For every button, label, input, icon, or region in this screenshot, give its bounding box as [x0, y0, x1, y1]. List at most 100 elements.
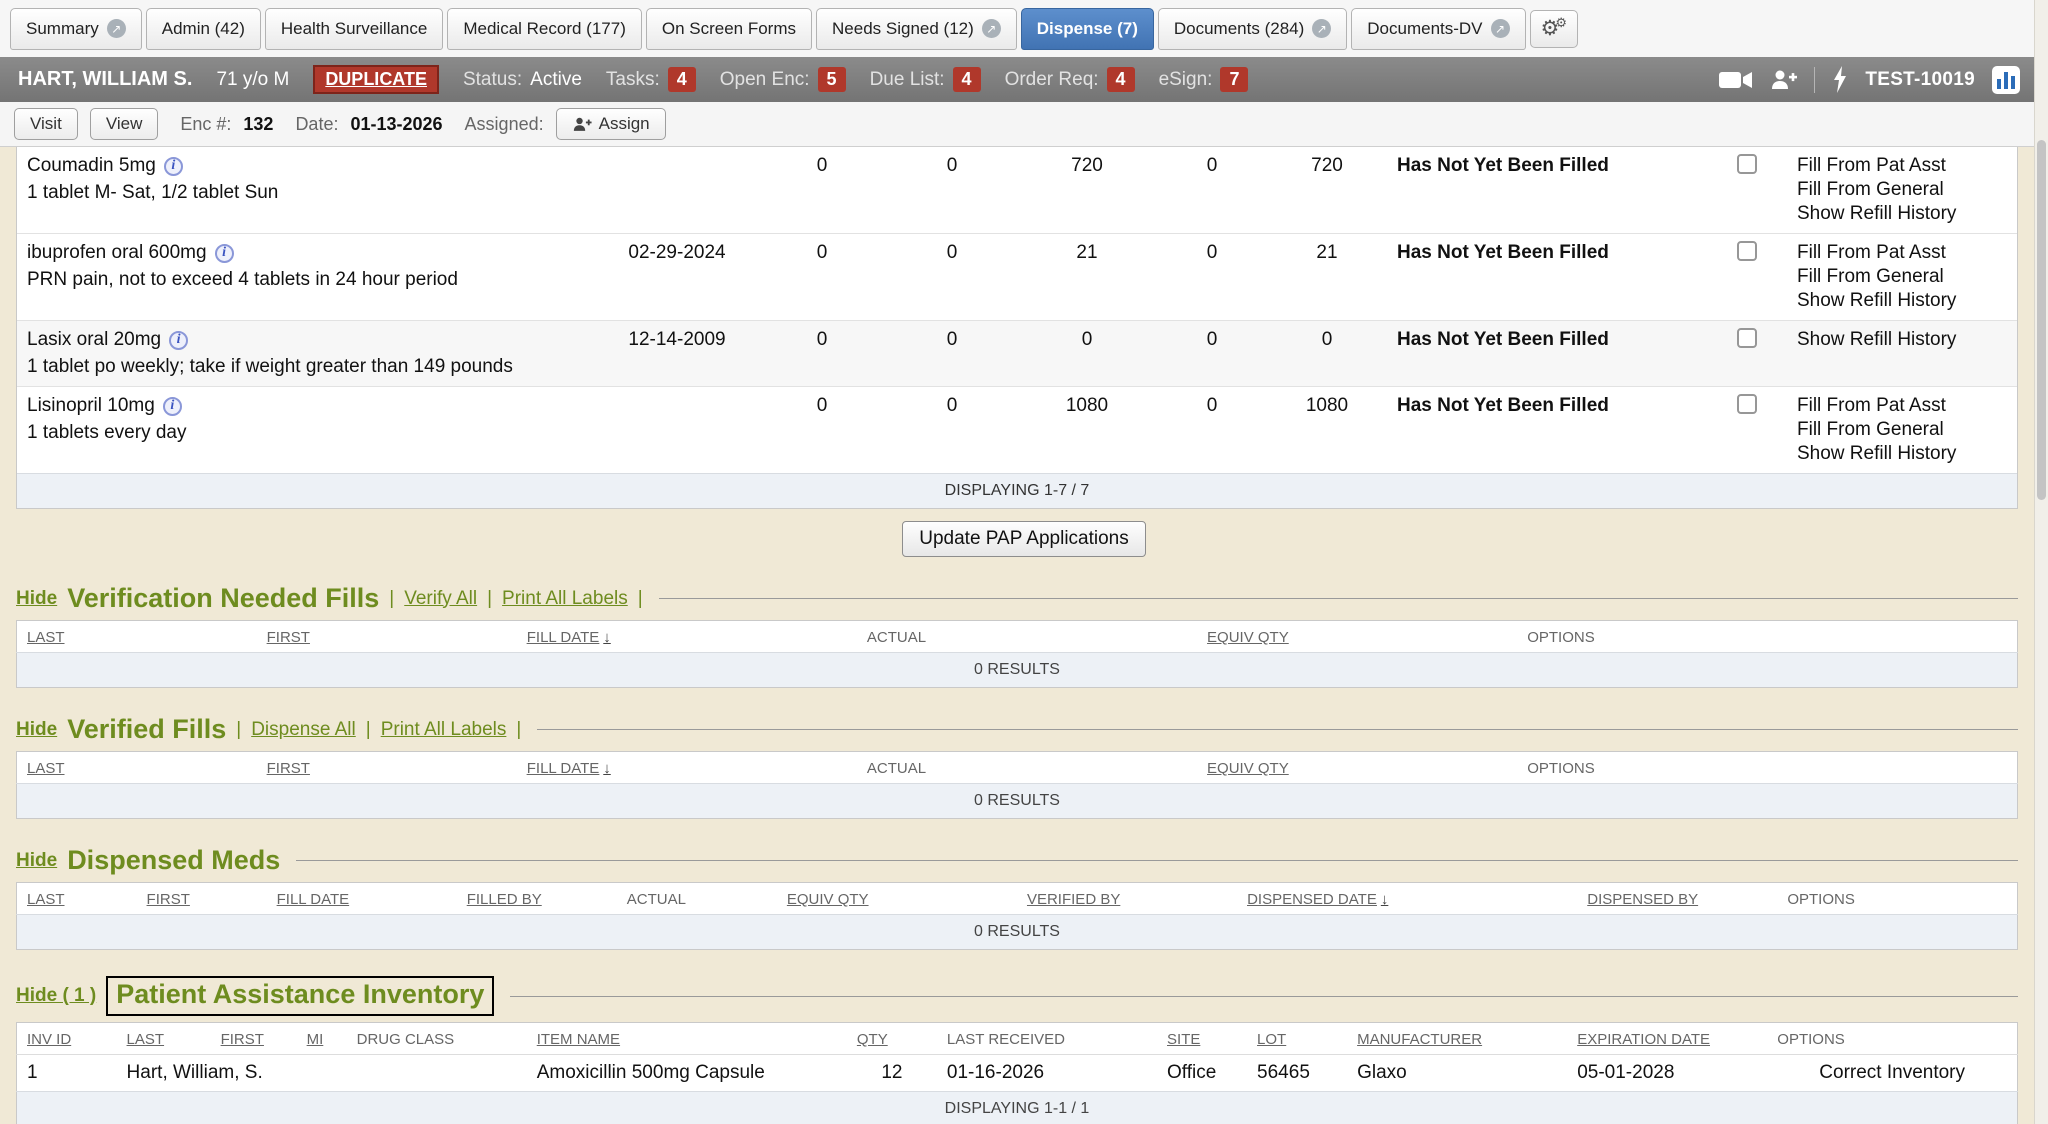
- date-label: Date:: [295, 114, 338, 135]
- medication-row: ibuprofen oral 600mg i PRN pain, not to …: [17, 234, 2017, 321]
- column-header-site[interactable]: SITE: [1157, 1023, 1247, 1055]
- add-person-icon[interactable]: [1770, 68, 1797, 92]
- show-refill-history-link[interactable]: Show Refill History: [1797, 289, 2007, 313]
- column-header-fill-date[interactable]: FILL DATE↓: [517, 752, 857, 784]
- open-new-window-icon[interactable]: ↗: [107, 19, 126, 38]
- hide-link[interactable]: Hide: [16, 719, 57, 741]
- view-button[interactable]: View: [90, 108, 159, 140]
- med-qty-2: 0: [887, 147, 1017, 234]
- dispensed-meds-section: Hide Dispensed Meds LAST FIRST FILL DATE…: [16, 845, 2018, 950]
- fill-from-pat-asst-link[interactable]: Fill From Pat Asst: [1797, 154, 2007, 178]
- column-header-equiv-qty[interactable]: EQUIV QTY: [1197, 752, 1517, 784]
- med-select-checkbox[interactable]: [1737, 328, 1757, 348]
- lightning-icon[interactable]: [1832, 66, 1848, 93]
- correct-inventory-link[interactable]: Correct Inventory: [1767, 1055, 2017, 1092]
- open-enc-count-badge[interactable]: 5: [818, 67, 846, 92]
- column-header-verified-by[interactable]: VERIFIED BY: [1017, 883, 1237, 915]
- patient-assistance-inventory-title-box: Patient Assistance Inventory: [106, 976, 494, 1016]
- divider-line: [296, 860, 2018, 861]
- column-header-fill-date[interactable]: FILL DATE: [267, 883, 457, 915]
- print-all-labels-link[interactable]: Print All Labels: [381, 719, 507, 741]
- med-select-checkbox[interactable]: [1737, 154, 1757, 174]
- column-header-last[interactable]: LAST: [17, 752, 257, 784]
- vertical-scrollbar[interactable]: [2034, 0, 2048, 1124]
- info-icon[interactable]: i: [163, 397, 182, 416]
- tab-settings[interactable]: ⚙ ⚙: [1530, 10, 1578, 48]
- status-label: Status:: [463, 69, 522, 91]
- video-camera-icon[interactable]: [1719, 69, 1753, 91]
- column-header-qty[interactable]: QTY: [847, 1023, 937, 1055]
- print-all-labels-link[interactable]: Print All Labels: [502, 588, 628, 610]
- column-header-manufacturer[interactable]: MANUFACTURER: [1347, 1023, 1567, 1055]
- open-new-window-icon[interactable]: ↗: [1312, 19, 1331, 38]
- scrollbar-thumb[interactable]: [2037, 140, 2046, 500]
- open-new-window-icon[interactable]: ↗: [1491, 19, 1510, 38]
- due-list-count-badge[interactable]: 4: [953, 67, 981, 92]
- tab-documents[interactable]: Documents (284)↗: [1158, 8, 1347, 50]
- app-window: Summary↗ Admin (42) Health Surveillance …: [0, 0, 2048, 1124]
- med-date: 12-14-2009: [597, 321, 757, 387]
- show-refill-history-link[interactable]: Show Refill History: [1797, 442, 2007, 466]
- duplicate-badge[interactable]: DUPLICATE: [313, 65, 439, 94]
- tab-on-screen-forms[interactable]: On Screen Forms: [646, 8, 812, 50]
- medication-row: Coumadin 5mg i 1 tablet M- Sat, 1/2 tabl…: [17, 147, 2017, 234]
- column-header-first[interactable]: FIRST: [211, 1023, 297, 1055]
- info-icon[interactable]: i: [215, 244, 234, 263]
- divider-line: [537, 729, 2018, 730]
- column-header-first[interactable]: FIRST: [137, 883, 267, 915]
- esign-count-badge[interactable]: 7: [1220, 67, 1248, 92]
- tab-health-surveillance[interactable]: Health Surveillance: [265, 8, 443, 50]
- inventory-expiration-date: 05-01-2028: [1567, 1055, 1767, 1092]
- hide-link[interactable]: Hide: [16, 588, 57, 610]
- info-icon[interactable]: i: [164, 157, 183, 176]
- tab-admin[interactable]: Admin (42): [146, 8, 261, 50]
- column-header-item-name[interactable]: ITEM NAME: [527, 1023, 847, 1055]
- tab-summary[interactable]: Summary↗: [10, 8, 142, 50]
- column-header-inv-id[interactable]: INV ID: [17, 1023, 117, 1055]
- column-header-dispensed-date[interactable]: DISPENSED DATE↓: [1237, 883, 1577, 915]
- fill-from-general-link[interactable]: Fill From General: [1797, 265, 2007, 289]
- bar-chart-icon[interactable]: [1992, 66, 2020, 94]
- fill-from-pat-asst-link[interactable]: Fill From Pat Asst: [1797, 394, 2007, 418]
- column-header-equiv-qty[interactable]: EQUIV QTY: [1197, 621, 1517, 653]
- tasks-count-badge[interactable]: 4: [668, 67, 696, 92]
- open-new-window-icon[interactable]: ↗: [982, 19, 1001, 38]
- column-header-last[interactable]: LAST: [117, 1023, 211, 1055]
- show-refill-history-link[interactable]: Show Refill History: [1797, 328, 2007, 352]
- show-refill-history-link[interactable]: Show Refill History: [1797, 202, 2007, 226]
- hide-count-link[interactable]: Hide ( 1 ): [16, 985, 96, 1007]
- separator: |: [638, 588, 643, 610]
- column-header-dispensed-by[interactable]: DISPENSED BY: [1577, 883, 1777, 915]
- tab-bar: Summary↗ Admin (42) Health Surveillance …: [0, 0, 2048, 57]
- med-qty-5: 0: [1267, 321, 1387, 387]
- column-header-last[interactable]: LAST: [17, 621, 257, 653]
- hide-link[interactable]: Hide: [16, 850, 57, 872]
- column-header-expiration-date[interactable]: EXPIRATION DATE: [1567, 1023, 1767, 1055]
- order-req-count-badge[interactable]: 4: [1107, 67, 1135, 92]
- update-pap-applications-button[interactable]: Update PAP Applications: [902, 521, 1146, 557]
- column-header-equiv-qty[interactable]: EQUIV QTY: [777, 883, 1017, 915]
- fill-from-general-link[interactable]: Fill From General: [1797, 178, 2007, 202]
- dispense-all-link[interactable]: Dispense All: [251, 719, 356, 741]
- verify-all-link[interactable]: Verify All: [404, 588, 477, 610]
- column-header-mi[interactable]: MI: [297, 1023, 347, 1055]
- column-header-first[interactable]: FIRST: [257, 752, 517, 784]
- tab-dispense[interactable]: Dispense (7): [1021, 8, 1154, 50]
- tab-needs-signed[interactable]: Needs Signed (12)↗: [816, 8, 1017, 50]
- tab-documents-dv[interactable]: Documents-DV↗: [1351, 8, 1525, 50]
- fill-from-pat-asst-link[interactable]: Fill From Pat Asst: [1797, 241, 2007, 265]
- visit-button[interactable]: Visit: [14, 108, 78, 140]
- column-header-filled-by[interactable]: FILLED BY: [457, 883, 617, 915]
- tab-medical-record[interactable]: Medical Record (177): [447, 8, 642, 50]
- column-header-fill-date[interactable]: FILL DATE↓: [517, 621, 857, 653]
- med-select-checkbox[interactable]: [1737, 241, 1757, 261]
- assign-button[interactable]: Assign: [556, 108, 666, 140]
- column-header-last[interactable]: LAST: [17, 883, 137, 915]
- fill-from-general-link[interactable]: Fill From General: [1797, 418, 2007, 442]
- column-header-lot[interactable]: LOT: [1247, 1023, 1347, 1055]
- med-select-checkbox[interactable]: [1737, 394, 1757, 414]
- column-header-last-received: LAST RECEIVED: [937, 1023, 1157, 1055]
- info-icon[interactable]: i: [169, 331, 188, 350]
- column-header-actual: ACTUAL: [617, 883, 777, 915]
- column-header-first[interactable]: FIRST: [257, 621, 517, 653]
